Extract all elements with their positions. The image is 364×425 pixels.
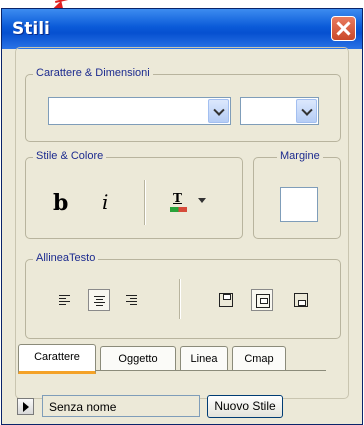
align-center-button[interactable] <box>88 289 110 311</box>
align-text-legend: AllineaTesto <box>33 252 99 264</box>
margin-legend: Margine <box>277 150 323 162</box>
style-separator <box>144 180 146 225</box>
align-separator <box>179 279 181 319</box>
valign-mark <box>260 298 268 304</box>
valign-mark <box>298 300 306 306</box>
title-bar[interactable]: Stili <box>2 9 362 49</box>
chevron-down-icon[interactable] <box>208 99 229 123</box>
window-title: Stili <box>12 19 50 39</box>
align-right-button[interactable] <box>121 289 143 311</box>
chevron-down-icon[interactable] <box>198 198 206 203</box>
new-style-button[interactable]: Nuovo Stile <box>207 395 283 418</box>
tab-oggetto[interactable]: Oggetto <box>100 346 176 370</box>
chevron-down-icon[interactable] <box>296 99 317 123</box>
text-color-icon: T <box>173 191 182 205</box>
style-name-field[interactable]: Senza nome <box>42 395 200 417</box>
valign-bottom-button[interactable] <box>290 289 312 311</box>
tab-cmap[interactable]: Cmap <box>232 346 286 370</box>
valign-top-button[interactable] <box>215 289 237 311</box>
tab-carattere[interactable]: Carattere <box>18 344 96 374</box>
valign-mark <box>223 294 231 300</box>
play-icon[interactable] <box>17 398 34 415</box>
align-left-button[interactable] <box>54 289 76 311</box>
tab-linea[interactable]: Linea <box>180 346 228 370</box>
font-family-select[interactable] <box>48 97 231 125</box>
italic-button[interactable]: i <box>102 190 108 214</box>
arrow-line <box>55 0 107 3</box>
style-color-legend: Stile & Colore <box>33 150 107 162</box>
color-swatch <box>170 207 187 212</box>
margin-input[interactable] <box>280 187 318 222</box>
font-size-select[interactable] <box>240 97 319 125</box>
font-size-legend: Carattere & Dimensioni <box>33 67 153 79</box>
text-color-button[interactable]: T <box>170 190 216 216</box>
close-button[interactable] <box>331 16 356 41</box>
bold-button[interactable]: b <box>53 190 68 216</box>
valign-middle-button[interactable] <box>251 289 273 311</box>
